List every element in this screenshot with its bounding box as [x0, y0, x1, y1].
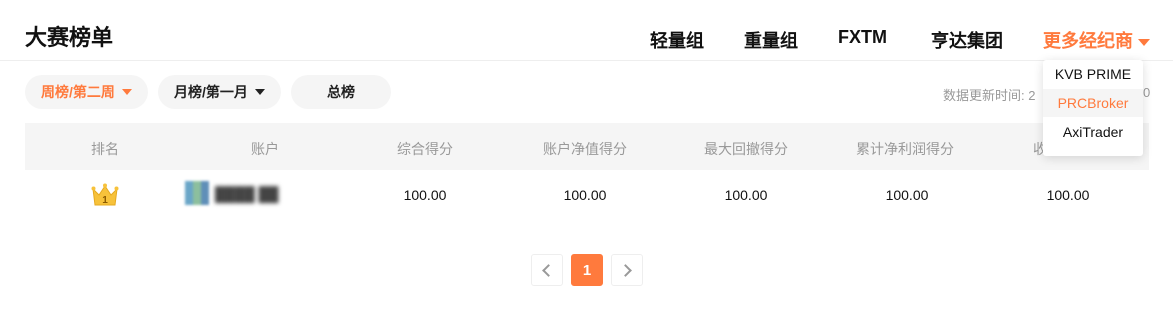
- total-filter-label: 总榜: [327, 84, 355, 100]
- caret-down-icon: [254, 89, 265, 95]
- nav-tab-light-group[interactable]: 轻量组: [650, 27, 704, 53]
- table-row: 1 ████ ██ 100.00 100.00 100.00 100.00 10…: [25, 170, 1149, 220]
- table-header: 排名 账户 综合得分 账户净值得分 最大回撤得分 累计净利润得分 收: [25, 123, 1149, 170]
- caret-down-icon: [121, 89, 132, 95]
- weekly-filter-button[interactable]: 周榜/第二周: [25, 75, 148, 109]
- nav-more-brokers[interactable]: 更多经纪商: [1043, 27, 1150, 53]
- column-header-equity-score: 账户净值得分: [543, 141, 627, 157]
- monthly-filter-label: 月榜/第一月: [174, 84, 248, 100]
- column-header-net-profit-score: 累计净利润得分: [856, 141, 954, 157]
- return-score-value: 100.00: [1046, 187, 1090, 203]
- chevron-left-icon: [542, 263, 555, 277]
- equity-score-value: 100.00: [563, 187, 607, 203]
- net-profit-score-value: 100.00: [885, 187, 929, 203]
- column-header-overall-score: 综合得分: [397, 141, 453, 157]
- update-time-tail: 0: [1143, 85, 1151, 100]
- monthly-filter-button[interactable]: 月榜/第一月: [158, 75, 281, 109]
- overall-score-value: 100.00: [403, 187, 447, 203]
- pagination: 1: [0, 254, 1173, 286]
- drawdown-score-value: 100.00: [724, 187, 768, 203]
- column-header-account: 账户: [251, 141, 279, 157]
- update-time-text: 数据更新时间: 2: [943, 88, 1036, 103]
- nav-tab-hantec[interactable]: 亨达集团: [931, 27, 1003, 53]
- next-page-button[interactable]: [611, 254, 643, 286]
- avatar[interactable]: [185, 181, 209, 205]
- update-time: 数据更新时间: 2: [943, 85, 1035, 104]
- page-button-current[interactable]: 1: [571, 254, 603, 286]
- broker-dropdown-menu: KVB PRIME PRCBroker AxiTrader: [1043, 60, 1143, 156]
- dropdown-item-prcbroker[interactable]: PRCBroker: [1043, 89, 1143, 117]
- weekly-filter-label: 周榜/第二周: [41, 84, 115, 100]
- page-header: 大赛榜单 轻量组 重量组 FXTM 亨达集团 更多经纪商: [0, 0, 1173, 61]
- caret-down-icon: [1138, 38, 1150, 46]
- nav-more-brokers-label: 更多经纪商: [1043, 31, 1133, 51]
- total-filter-button[interactable]: 总榜: [291, 75, 391, 109]
- broker-nav: 轻量组 重量组 FXTM 亨达集团 更多经纪商: [0, 27, 1173, 51]
- account-name[interactable]: ████ ██: [215, 186, 278, 202]
- nav-tab-heavy-group[interactable]: 重量组: [744, 27, 798, 53]
- chevron-right-icon: [619, 263, 632, 277]
- column-header-drawdown-score: 最大回撤得分: [704, 141, 788, 157]
- dropdown-item-kvb-prime[interactable]: KVB PRIME: [1043, 60, 1143, 88]
- nav-tab-fxtm[interactable]: FXTM: [838, 27, 887, 48]
- prev-page-button[interactable]: [531, 254, 563, 286]
- column-header-rank: 排名: [91, 141, 119, 157]
- dropdown-item-axitrader[interactable]: AxiTrader: [1043, 118, 1143, 146]
- crown-icon: 1: [91, 183, 119, 206]
- rank-number: 1: [102, 195, 108, 206]
